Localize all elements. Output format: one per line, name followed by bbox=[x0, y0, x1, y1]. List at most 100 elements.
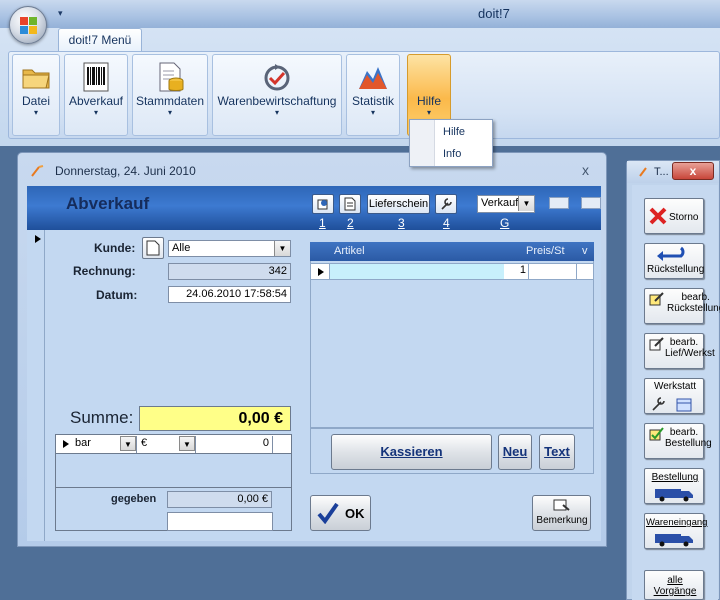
note-icon bbox=[553, 499, 570, 511]
kunde-value: Alle bbox=[172, 242, 191, 254]
window-app-icon bbox=[31, 165, 44, 177]
database-document-icon bbox=[159, 62, 184, 92]
chevron-down-icon: ▾ bbox=[93, 108, 98, 117]
orb-logo-tile-icon bbox=[20, 26, 28, 34]
rueckstellung-label: Rückstellung bbox=[647, 264, 705, 275]
bestellung-label: Bestellung bbox=[651, 472, 699, 483]
app-title: doit!7 bbox=[478, 6, 510, 21]
ribbon-stammdaten-button[interactable]: Stammdaten ▾ bbox=[132, 54, 208, 136]
chevron-down-icon[interactable]: ▼ bbox=[274, 241, 290, 256]
werkstatt-button[interactable]: Werkstatt bbox=[644, 378, 704, 414]
bearb-lief-werkst-label: bearb. Lief/Werkst bbox=[665, 337, 715, 359]
wrench-calendar-icon bbox=[652, 397, 692, 412]
ribbon-statistik-button[interactable]: Statistik ▾ bbox=[346, 54, 400, 136]
rechnung-label: Rechnung: bbox=[73, 264, 136, 278]
cell-qty[interactable]: 1 bbox=[504, 264, 528, 279]
kunde-label: Kunde: bbox=[94, 241, 136, 255]
summe-value: 0,00 € bbox=[139, 406, 291, 431]
quick-access-dropdown[interactable]: ▾ bbox=[58, 8, 63, 19]
chevron-down-icon: ▾ bbox=[167, 108, 172, 117]
text-button[interactable]: Text bbox=[539, 434, 575, 470]
payment-amount-field[interactable]: 0 bbox=[197, 436, 273, 453]
barcode-icon bbox=[83, 62, 109, 92]
datum-label: Datum: bbox=[96, 288, 138, 302]
payment-method-value: bar bbox=[75, 437, 91, 449]
chevron-down-icon: ▾ bbox=[370, 108, 375, 117]
toolbar-button-4[interactable] bbox=[435, 194, 457, 214]
bestellung-button[interactable]: Bestellung bbox=[644, 468, 704, 504]
chevron-down-icon[interactable]: ▼ bbox=[518, 196, 534, 211]
menu-item-info[interactable]: Info bbox=[443, 148, 461, 160]
kunde-lookup-button[interactable] bbox=[142, 237, 164, 259]
bemerkung-label: Bemerkung bbox=[536, 515, 588, 526]
bemerkung-button[interactable]: Bemerkung bbox=[532, 495, 591, 531]
bearb-rueckstellung-button[interactable]: bearb. Rückstellung bbox=[644, 288, 720, 324]
toolbar-button-1[interactable] bbox=[312, 194, 334, 214]
bearb-bestellung-button[interactable]: bearb. Bestellung bbox=[644, 423, 712, 459]
wareneingang-button[interactable]: Wareneingang bbox=[644, 513, 707, 549]
ribbon-label: Datei bbox=[21, 94, 50, 108]
mode-select-value: Verkauf bbox=[481, 197, 519, 209]
datum-field[interactable]: 24.06.2010 17:58:54 bbox=[168, 286, 291, 303]
tab-doit-menu[interactable]: doit!7 Menü bbox=[58, 28, 142, 52]
refresh-check-icon bbox=[264, 64, 290, 91]
ribbon-label: Hilfe bbox=[416, 94, 441, 108]
currency-combo[interactable]: € ▼ bbox=[138, 436, 196, 453]
window-minimize-button[interactable] bbox=[549, 197, 569, 209]
office-orb-button[interactable] bbox=[9, 6, 47, 44]
row-pointer-icon bbox=[63, 440, 69, 448]
alle-vorgaenge-label: alle Vorgänge bbox=[653, 575, 697, 597]
toolbar-button-2[interactable] bbox=[339, 194, 361, 214]
chevron-down-icon: ▾ bbox=[274, 108, 279, 117]
kunde-combo[interactable]: Alle ▼ bbox=[168, 240, 291, 257]
ribbon-warenbewirtschaftung-button[interactable]: Warenbewirtschaftung ▾ bbox=[212, 54, 342, 136]
lieferschein-button[interactable]: Lieferschein bbox=[367, 194, 430, 214]
ok-button[interactable]: OK bbox=[310, 495, 371, 531]
close-icon[interactable]: x bbox=[582, 162, 589, 178]
cell-artikel[interactable] bbox=[329, 264, 504, 279]
cell-preis[interactable] bbox=[528, 264, 576, 279]
chevron-down-icon[interactable]: ▼ bbox=[120, 436, 136, 451]
document-icon bbox=[344, 197, 356, 211]
record-selector[interactable] bbox=[27, 230, 45, 541]
rueckstellung-button[interactable]: Rückstellung bbox=[644, 243, 704, 279]
ribbon-abverkauf-button[interactable]: Abverkauf ▾ bbox=[64, 54, 128, 136]
column-header-v: v bbox=[582, 245, 588, 257]
gegeben-label: gegeben bbox=[111, 493, 157, 505]
werkstatt-label: Werkstatt bbox=[653, 381, 697, 392]
side-panel-close-button[interactable]: x bbox=[672, 162, 714, 180]
mountain-chart-icon bbox=[359, 67, 387, 89]
payment-method-combo[interactable]: bar ▼ bbox=[72, 436, 137, 453]
hotkey-label: 2 bbox=[347, 216, 354, 230]
table-row[interactable]: 1 bbox=[311, 263, 593, 280]
chevron-down-icon: ▾ bbox=[426, 108, 431, 117]
ribbon-datei-button[interactable]: Datei ▾ bbox=[12, 54, 60, 136]
bearb-bestellung-label: bearb. Bestellung bbox=[665, 427, 712, 449]
storno-button[interactable]: Storno bbox=[644, 198, 704, 234]
window-maximize-button[interactable] bbox=[581, 197, 601, 209]
summe-label: Summe: bbox=[70, 408, 134, 427]
ribbon-label: Warenbewirtschaftung bbox=[217, 94, 337, 108]
cell-v[interactable] bbox=[576, 264, 593, 279]
window-app-icon bbox=[639, 167, 647, 177]
chevron-down-icon[interactable]: ▼ bbox=[179, 436, 195, 451]
truck-icon bbox=[655, 489, 693, 502]
neu-button[interactable]: Neu bbox=[498, 434, 532, 470]
rueckgeld-field[interactable] bbox=[167, 512, 273, 531]
row-pointer-icon bbox=[318, 268, 324, 276]
checkmark-icon bbox=[317, 502, 339, 524]
window-title: Donnerstag, 24. Juni 2010 bbox=[55, 164, 196, 178]
mode-select[interactable]: Verkauf ▼ bbox=[477, 195, 535, 213]
bearb-lief-werkst-button[interactable]: bearb. Lief/Werkst bbox=[644, 333, 715, 369]
alle-vorgaenge-button[interactable]: alle Vorgänge bbox=[644, 570, 704, 600]
hotkey-label: 1 bbox=[319, 216, 326, 230]
title-bar bbox=[0, 0, 720, 28]
hotkey-label: 4 bbox=[443, 216, 450, 230]
ribbon-label: Abverkauf bbox=[68, 94, 124, 108]
gegeben-field: 0,00 € bbox=[167, 491, 272, 508]
menu-item-hilfe[interactable]: Hilfe bbox=[443, 126, 465, 138]
wrench-icon bbox=[441, 198, 452, 210]
orb-logo-tile-icon bbox=[20, 17, 28, 25]
hilfe-dropdown-menu: Hilfe Info bbox=[409, 119, 493, 167]
kassieren-button[interactable]: Kassieren bbox=[331, 434, 492, 470]
